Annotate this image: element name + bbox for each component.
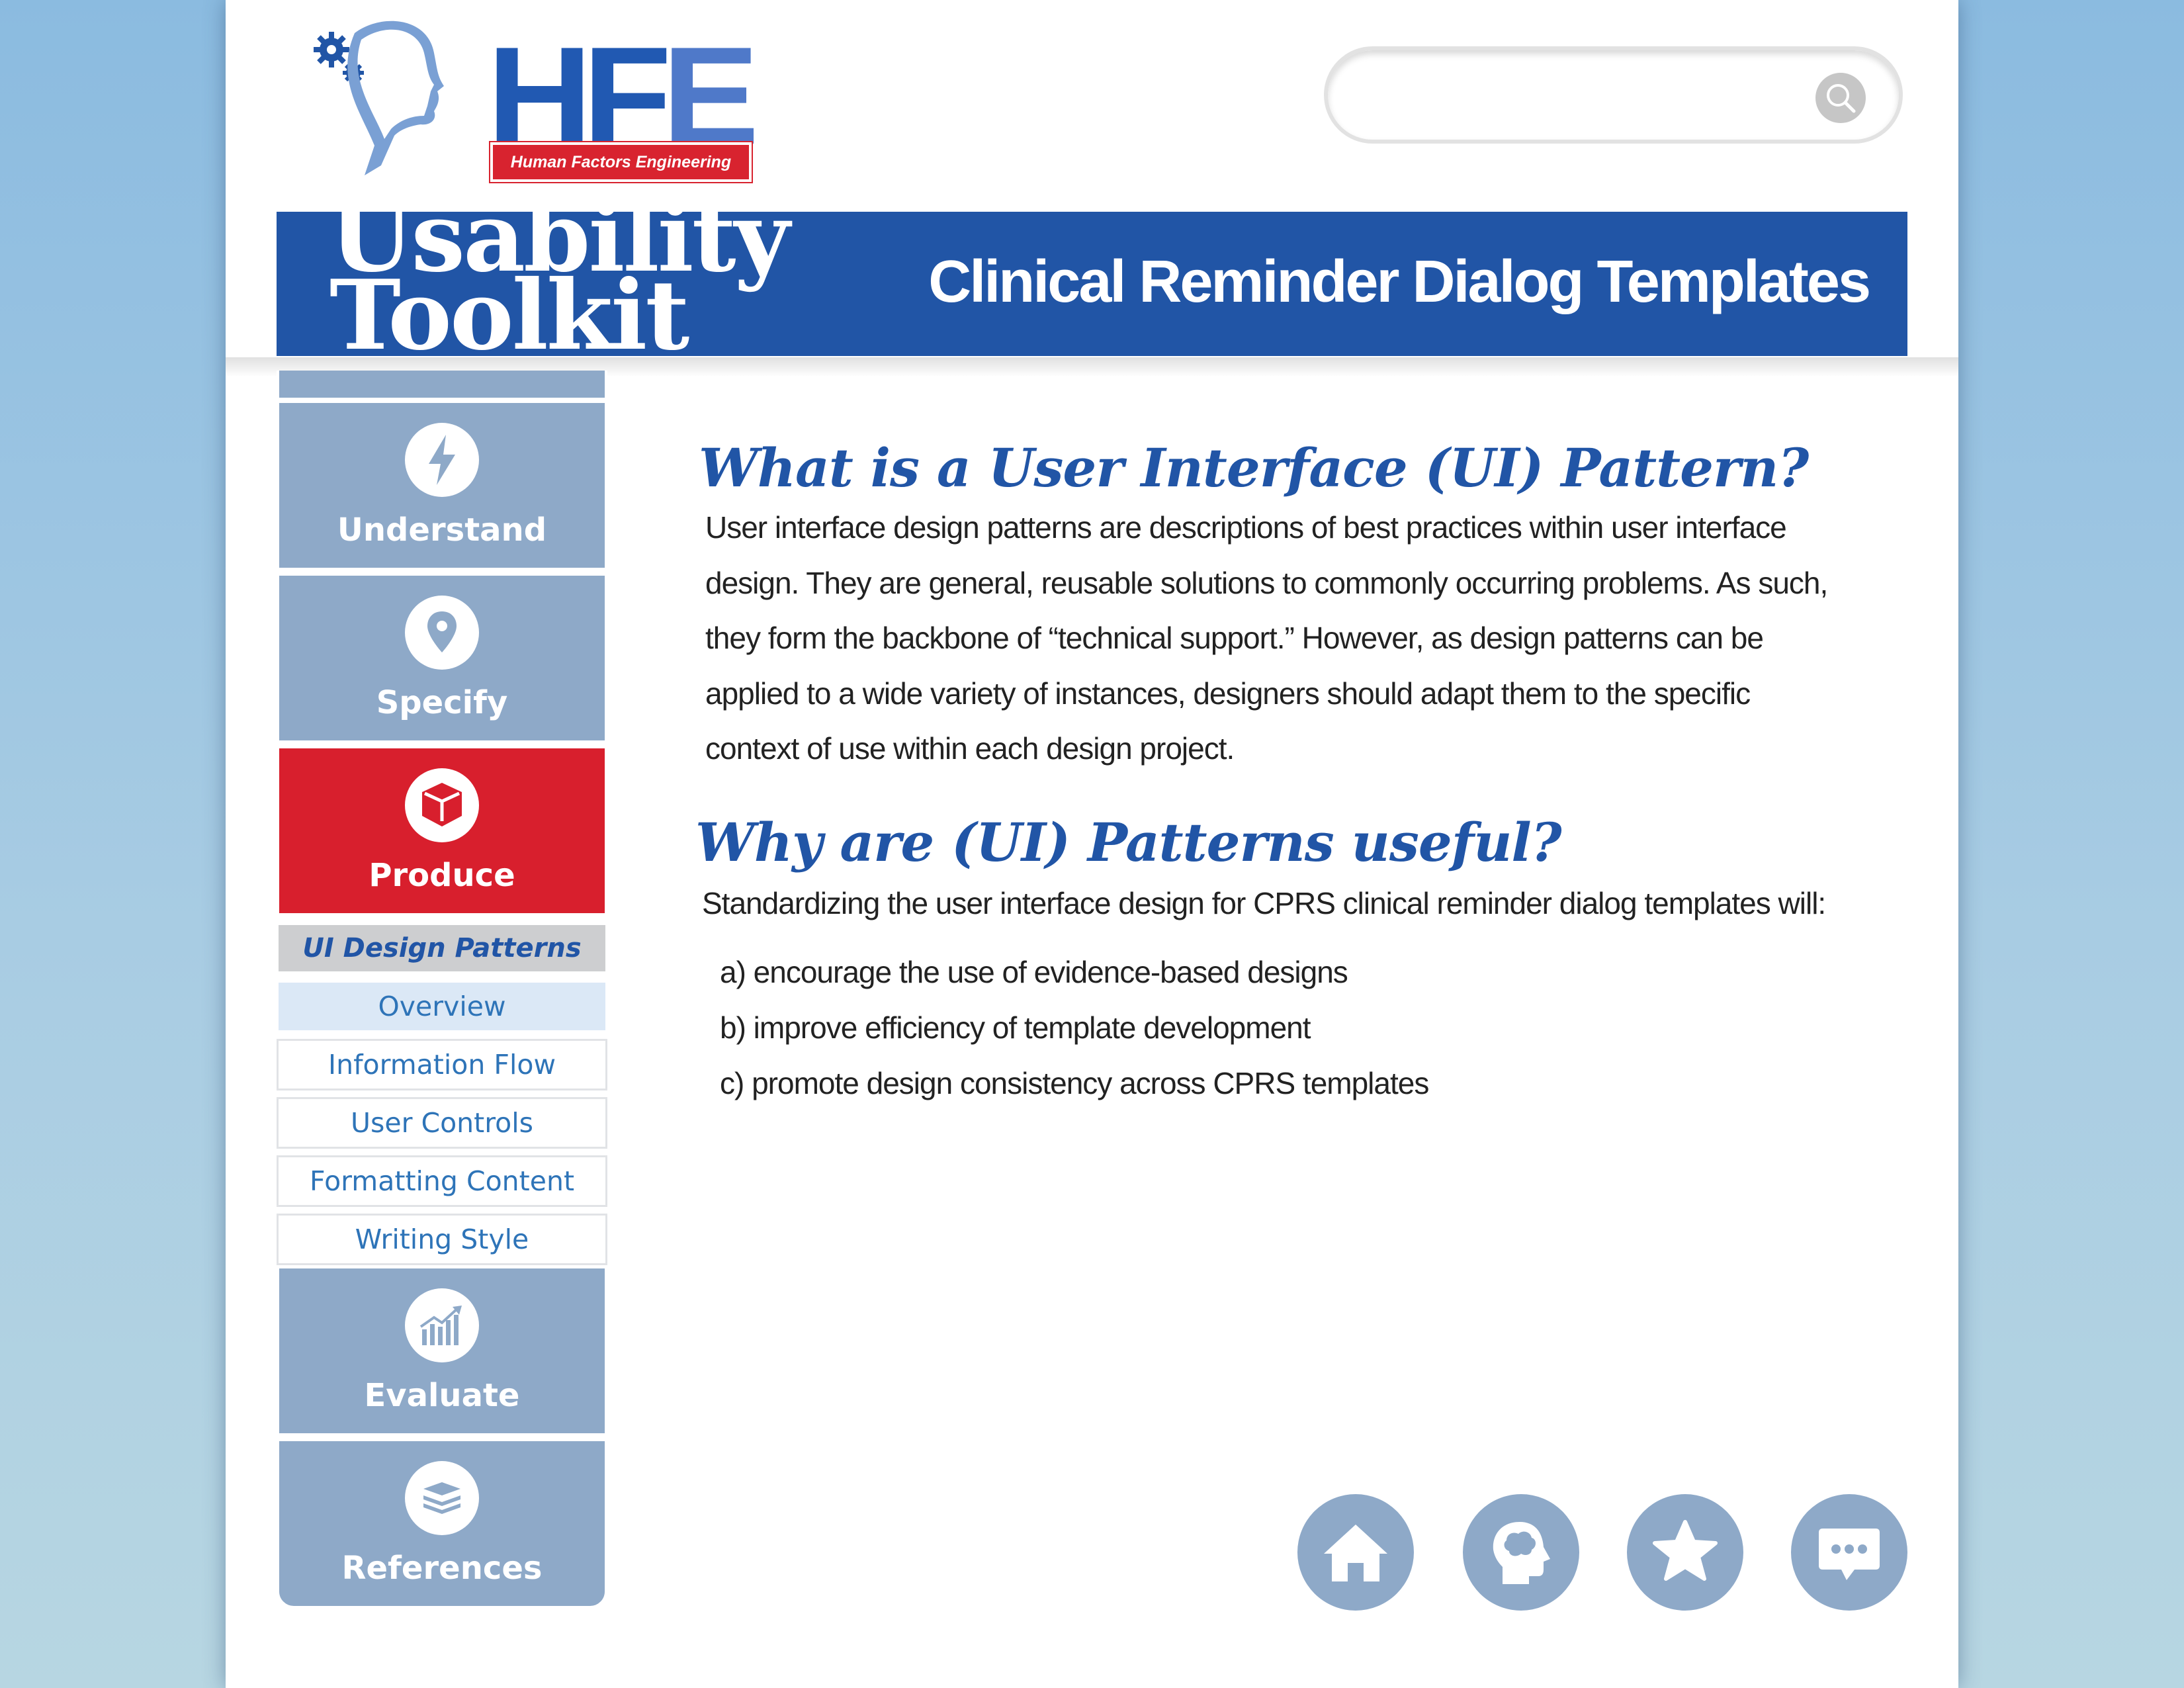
paragraph-line: context of use within each design projec…: [705, 731, 1235, 766]
subnav-item-information-flow[interactable]: Information Flow: [277, 1039, 607, 1090]
logo-subtitle: Human Factors Engineering: [489, 141, 753, 183]
subnav-header[interactable]: UI Design Patterns: [277, 923, 607, 973]
title-banner: Usability Toolkit Clinical Reminder Dial…: [277, 190, 1907, 364]
search-input[interactable]: [1361, 70, 1811, 120]
sidebar-tab-label: Specify: [376, 684, 508, 721]
search-icon: [1827, 84, 1856, 113]
sidebar-tab-understand[interactable]: Understand: [277, 400, 607, 570]
box-icon: [405, 768, 479, 842]
paragraph-line: applied to a wide variety of instances, …: [705, 676, 1751, 711]
lightning-icon: [405, 423, 479, 497]
page-title: Clinical Reminder Dialog Templates: [928, 249, 1871, 315]
list-item: c) promote design consistency across CPR…: [720, 1066, 1429, 1100]
main-content: What is a User Interface (UI) Pattern? U…: [695, 437, 1890, 1111]
sidebar-tab-specify[interactable]: Specify: [277, 573, 607, 743]
subnav-item-user-controls[interactable]: User Controls: [277, 1097, 607, 1149]
toolkit-title: Usability Toolkit: [329, 190, 790, 364]
sidebar-tab-evaluate[interactable]: Evaluate: [277, 1266, 607, 1436]
sidebar-tab-label: References: [341, 1550, 543, 1587]
chart-growth-icon: [405, 1288, 479, 1362]
favorites-button[interactable]: [1627, 1494, 1743, 1611]
home-icon: [1324, 1525, 1387, 1581]
map-pin-icon: [405, 596, 479, 670]
intro-paragraph: User interface design patterns are descr…: [705, 500, 1890, 777]
feedback-button[interactable]: [1791, 1494, 1907, 1611]
subnav-item-overview[interactable]: Overview: [277, 981, 607, 1032]
subnav-item-formatting-content[interactable]: Formatting Content: [277, 1155, 607, 1207]
subnav-item-writing-style[interactable]: Writing Style: [277, 1214, 607, 1265]
brain-button[interactable]: [1463, 1494, 1579, 1611]
chat-bubble-icon: [1819, 1529, 1880, 1580]
star-icon: [1653, 1520, 1718, 1581]
list-item: a) encourage the use of evidence-based d…: [720, 955, 1348, 989]
sidebar-tab-label: Evaluate: [364, 1377, 520, 1414]
hfe-logo[interactable]: HFE Human Factors Engineering: [302, 13, 760, 183]
benefits-list: a) encourage the use of evidence-based d…: [720, 944, 1890, 1111]
sidebar-tab-produce[interactable]: Produce: [277, 746, 607, 916]
why-paragraph: Standardizing the user interface design …: [702, 885, 1826, 920]
paragraph-line: design. They are general, reusable solut…: [705, 565, 1828, 600]
list-item: b) improve efficiency of template develo…: [720, 1010, 1311, 1045]
sidebar-tab-label: Understand: [337, 511, 547, 549]
sidebar-top-edge: [277, 371, 607, 400]
paragraph-line: User interface design patterns are descr…: [705, 510, 1787, 545]
sidebar-tab-references[interactable]: References: [277, 1439, 607, 1609]
search-button[interactable]: [1815, 73, 1866, 123]
paragraph-line: they form the backbone of “technical sup…: [705, 621, 1764, 655]
section-heading-what: What is a User Interface (UI) Pattern?: [699, 437, 1809, 499]
page: HFE Human Factors Engineering Usability …: [226, 0, 1958, 1688]
head-gears-icon: [314, 21, 444, 175]
sidebar-tab-label: Produce: [369, 857, 515, 894]
search-box[interactable]: [1324, 46, 1903, 144]
home-button[interactable]: [1297, 1494, 1414, 1611]
brain-head-icon: [1493, 1522, 1550, 1584]
section-heading-why: Why are (UI) Patterns useful?: [695, 811, 1562, 873]
books-icon: [405, 1461, 479, 1535]
